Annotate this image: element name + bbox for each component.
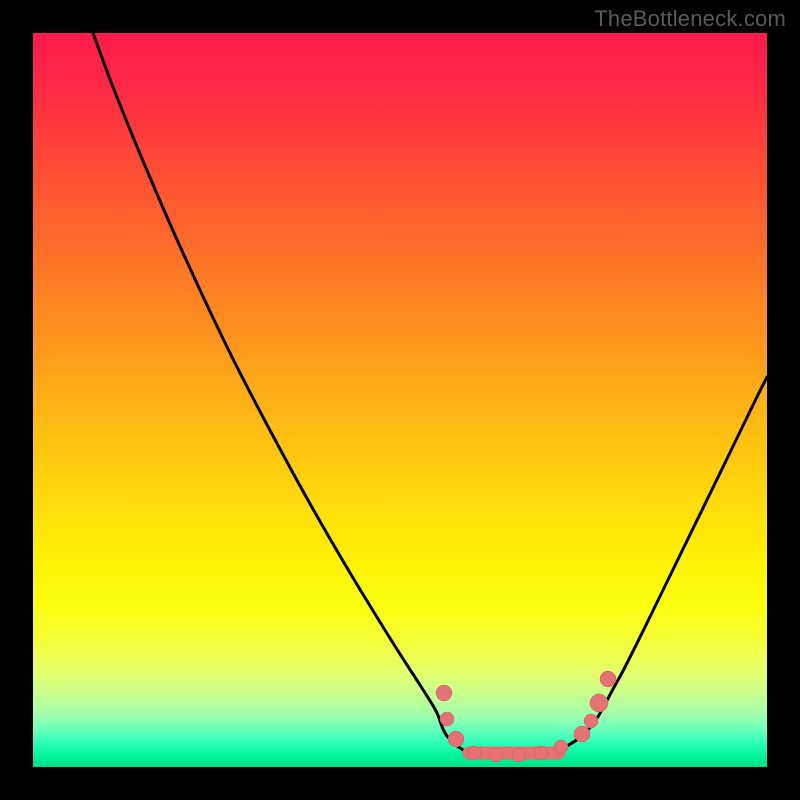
curve-marker: [574, 726, 590, 742]
curve-right-branch: [559, 377, 767, 751]
curve-marker: [436, 685, 452, 701]
bottleneck-curve: [33, 33, 767, 767]
curve-marker: [590, 694, 608, 712]
curve-marker: [448, 731, 464, 747]
chart-frame: TheBottleneck.com: [0, 0, 800, 800]
curve-marker: [534, 746, 548, 760]
curve-marker: [512, 748, 526, 762]
curve-left-branch: [93, 33, 489, 755]
curve-marker: [440, 712, 454, 726]
curve-marker: [600, 671, 616, 687]
curve-marker: [489, 748, 503, 762]
watermark-text: TheBottleneck.com: [594, 6, 786, 32]
curve-marker: [467, 746, 481, 760]
curve-marker: [584, 714, 598, 728]
plot-area: [33, 33, 767, 767]
curve-marker: [554, 740, 568, 754]
